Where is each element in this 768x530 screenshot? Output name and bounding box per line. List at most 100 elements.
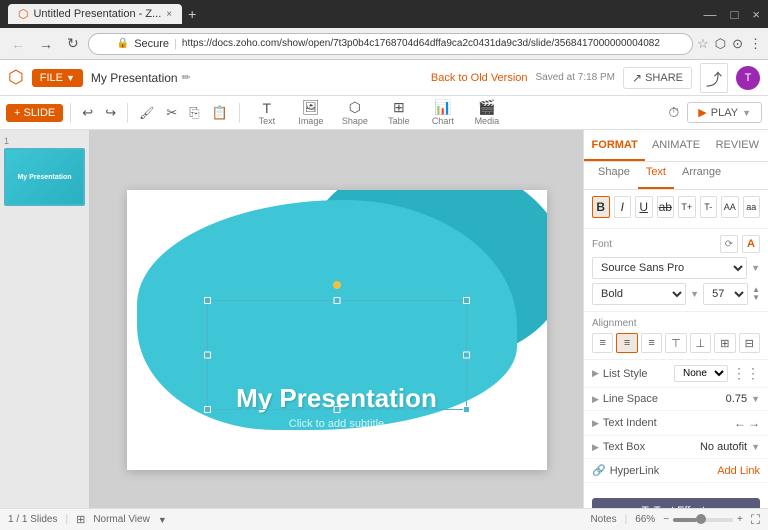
- zoom-out-icon[interactable]: −: [663, 514, 669, 525]
- minimize-button[interactable]: —: [704, 7, 717, 22]
- play-button[interactable]: ▶ PLAY ▼: [687, 102, 762, 123]
- align-left-button[interactable]: ≡: [592, 333, 613, 353]
- browser-tab[interactable]: ⬡ Untitled Presentation - Z... ×: [8, 4, 182, 24]
- slide-title[interactable]: My Presentation: [197, 383, 477, 414]
- forward-button[interactable]: →: [34, 34, 58, 54]
- shape-tool[interactable]: ⬡ Shape: [335, 97, 375, 128]
- font-section: Font ⟳ A Source Sans Pro ▼ Bold ▼ 57: [584, 229, 768, 312]
- uppercase-button[interactable]: AA: [721, 196, 739, 218]
- format-painter-button[interactable]: 🖌: [135, 103, 158, 123]
- zoom-slider[interactable]: [673, 518, 733, 522]
- image-tool-icon: 🖼: [302, 99, 320, 116]
- tab-format[interactable]: FORMAT: [584, 130, 645, 161]
- align-bottom-button[interactable]: ⊞: [714, 333, 735, 353]
- title-bar: ⬡ Untitled Presentation - Z... × + — □ ×: [0, 0, 768, 28]
- notes-label[interactable]: Notes: [590, 514, 616, 525]
- text-tool[interactable]: T Text: [247, 98, 287, 128]
- subtab-text[interactable]: Text: [638, 162, 674, 189]
- slide-canvas[interactable]: My Presentation Click to add subtitle: [127, 190, 547, 470]
- tab-animate[interactable]: ANIMATE: [645, 130, 706, 161]
- align-top-button[interactable]: ⊤: [665, 333, 686, 353]
- lock-icon: 🔒: [117, 38, 129, 49]
- extensions-icon[interactable]: ⬡: [715, 36, 726, 52]
- font-size-dropdown[interactable]: 57: [703, 283, 748, 305]
- undo-button[interactable]: ↩: [78, 102, 97, 124]
- copy-button[interactable]: ⎘: [185, 102, 203, 124]
- new-tab-icon[interactable]: +: [188, 6, 196, 22]
- font-size-decrease[interactable]: ▼: [752, 294, 760, 302]
- slide-thumbnail[interactable]: My Presentation: [4, 148, 85, 206]
- bookmark-icon[interactable]: ☆: [697, 36, 709, 52]
- cut-button[interactable]: ✂: [162, 102, 181, 124]
- add-link-button[interactable]: Add Link: [717, 465, 760, 477]
- menu-icon[interactable]: ⋮: [749, 36, 762, 52]
- alignment-section: Alignment ≡ ≡ ≡ ⊤ ⊥ ⊞ ⊟: [584, 312, 768, 360]
- align-center-button[interactable]: ≡: [616, 333, 637, 353]
- zoom-in-icon[interactable]: +: [737, 514, 743, 525]
- superscript-button[interactable]: T+: [678, 196, 696, 218]
- export-icon[interactable]: ⤴: [700, 63, 728, 93]
- view-dropdown-arrow[interactable]: ▼: [158, 515, 167, 525]
- table-tool[interactable]: ⊞ Table: [379, 97, 419, 128]
- line-space-dropdown-arrow[interactable]: ▼: [751, 394, 760, 404]
- text-indent-decrease[interactable]: ←: [734, 416, 746, 430]
- slide-subtitle[interactable]: Click to add subtitle: [197, 418, 477, 430]
- add-slide-button[interactable]: + SLIDE: [6, 104, 63, 122]
- back-to-old-version-link[interactable]: Back to Old Version: [431, 72, 528, 84]
- back-button[interactable]: ←: [6, 34, 30, 54]
- view-mode-label[interactable]: Normal View: [93, 514, 150, 525]
- slide-count: 1 / 1 Slides: [8, 514, 57, 525]
- lowercase-button[interactable]: aa: [743, 196, 761, 218]
- maximize-button[interactable]: □: [731, 7, 739, 22]
- italic-button[interactable]: I: [614, 196, 632, 218]
- text-indent-arrow[interactable]: ▶: [592, 418, 599, 429]
- media-tool[interactable]: 🎬 Media: [467, 97, 507, 128]
- list-style-arrow[interactable]: ▶: [592, 368, 599, 379]
- shape-tool-icon: ⬡: [349, 99, 361, 116]
- refresh-button[interactable]: ↻: [62, 33, 84, 54]
- zoom-thumb[interactable]: [696, 514, 706, 524]
- more-align-button[interactable]: ⊟: [739, 333, 760, 353]
- user-avatar[interactable]: T: [736, 66, 760, 90]
- canvas-area[interactable]: My Presentation Click to add subtitle: [90, 130, 583, 530]
- right-panel-tabs: FORMAT ANIMATE REVIEW: [584, 130, 768, 162]
- align-middle-button[interactable]: ⊥: [690, 333, 711, 353]
- chart-tool[interactable]: 📊 Chart: [423, 97, 463, 128]
- redo-button[interactable]: ↪: [101, 102, 120, 124]
- paste-button[interactable]: 📋: [208, 102, 232, 124]
- image-tool[interactable]: 🖼 Image: [291, 97, 331, 128]
- line-space-arrow[interactable]: ▶: [592, 394, 599, 405]
- subtab-shape[interactable]: Shape: [590, 162, 638, 189]
- subscript-button[interactable]: T-: [700, 196, 718, 218]
- list-style-dropdown[interactable]: None: [674, 365, 728, 382]
- slide-panel: 1 My Presentation: [0, 130, 90, 530]
- text-box-arrow[interactable]: ▶: [592, 442, 599, 453]
- image-tool-label: Image: [298, 116, 323, 126]
- subtab-arrange[interactable]: Arrange: [674, 162, 729, 189]
- share-icon: ↗: [632, 71, 642, 85]
- fullscreen-icon[interactable]: ⛶: [751, 512, 760, 528]
- font-name-dropdown[interactable]: Source Sans Pro: [592, 257, 747, 279]
- file-button[interactable]: FILE ▼: [32, 69, 83, 87]
- strikethrough-button[interactable]: ab: [657, 196, 675, 218]
- underline-button[interactable]: U: [635, 196, 653, 218]
- text-indent-increase[interactable]: →: [748, 416, 760, 430]
- shape-tool-label: Shape: [342, 116, 368, 126]
- tab-close-icon[interactable]: ×: [166, 9, 172, 20]
- list-style-more-icon[interactable]: ⋮⋮: [732, 365, 760, 382]
- timer-icon[interactable]: ⏱: [664, 101, 683, 124]
- align-right-button[interactable]: ≡: [641, 333, 662, 353]
- bold-button[interactable]: B: [592, 196, 610, 218]
- text-box-dropdown-arrow[interactable]: ▼: [751, 442, 760, 452]
- pres-name-edit-icon[interactable]: ✏: [182, 71, 191, 84]
- share-button[interactable]: ↗ SHARE: [623, 67, 692, 89]
- subtab-text-label: Text: [646, 166, 666, 178]
- media-tool-label: Media: [475, 116, 500, 126]
- close-button[interactable]: ×: [752, 7, 760, 22]
- font-color-icon[interactable]: A: [742, 235, 760, 253]
- profile-icon[interactable]: ⊙: [732, 36, 743, 52]
- url-bar[interactable]: 🔒 Secure | https://docs.zoho.com/show/op…: [88, 33, 693, 55]
- tab-review[interactable]: REVIEW: [707, 130, 768, 161]
- font-reset-icon[interactable]: ⟳: [720, 235, 738, 253]
- font-style-dropdown[interactable]: Bold: [592, 283, 686, 305]
